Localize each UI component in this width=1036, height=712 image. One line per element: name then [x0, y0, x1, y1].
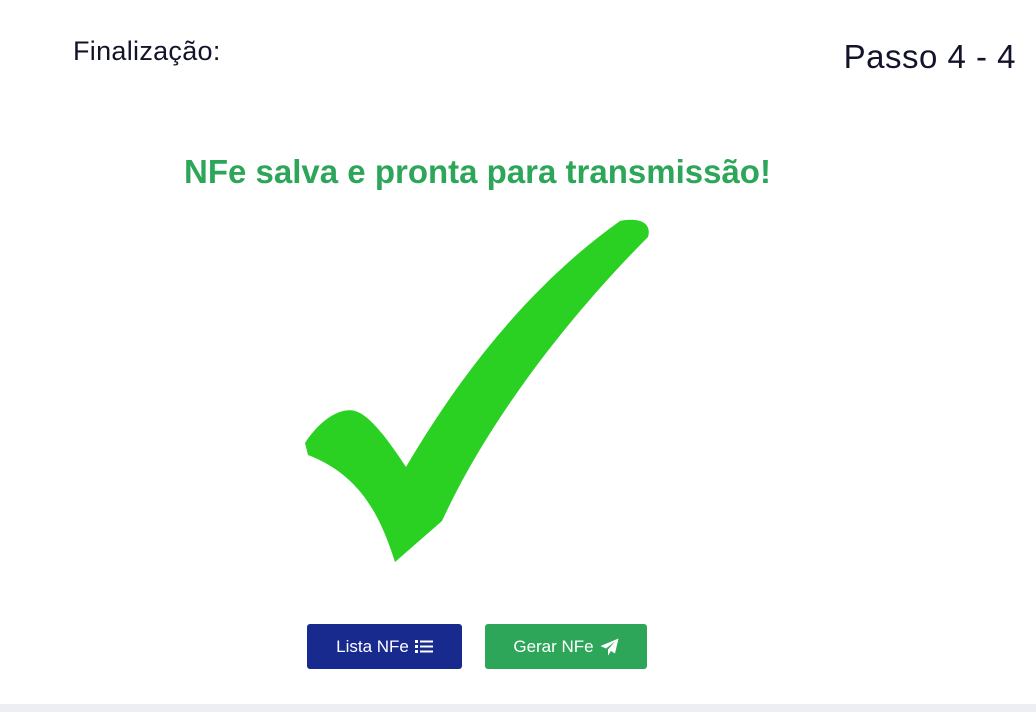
finalization-page: Finalização: Passo 4 - 4 NFe salva e pro…: [0, 0, 1036, 712]
generate-nfe-button[interactable]: Gerar NFe: [485, 624, 647, 669]
success-message: NFe salva e pronta para transmissão!: [184, 153, 771, 190]
paper-plane-icon: [600, 638, 619, 656]
step-counter: Passo 4 - 4: [843, 38, 1016, 75]
step-label: Finalização:: [73, 36, 221, 66]
generate-nfe-button-label: Gerar NFe: [513, 636, 594, 656]
checkmark-icon: [300, 215, 660, 565]
list-nfe-button[interactable]: Lista NFe: [307, 624, 462, 669]
action-buttons: Lista NFe Gerar NFe: [307, 624, 647, 669]
list-icon: [414, 639, 433, 654]
list-nfe-button-label: Lista NFe: [336, 636, 409, 656]
footer-bar: [0, 704, 1036, 712]
